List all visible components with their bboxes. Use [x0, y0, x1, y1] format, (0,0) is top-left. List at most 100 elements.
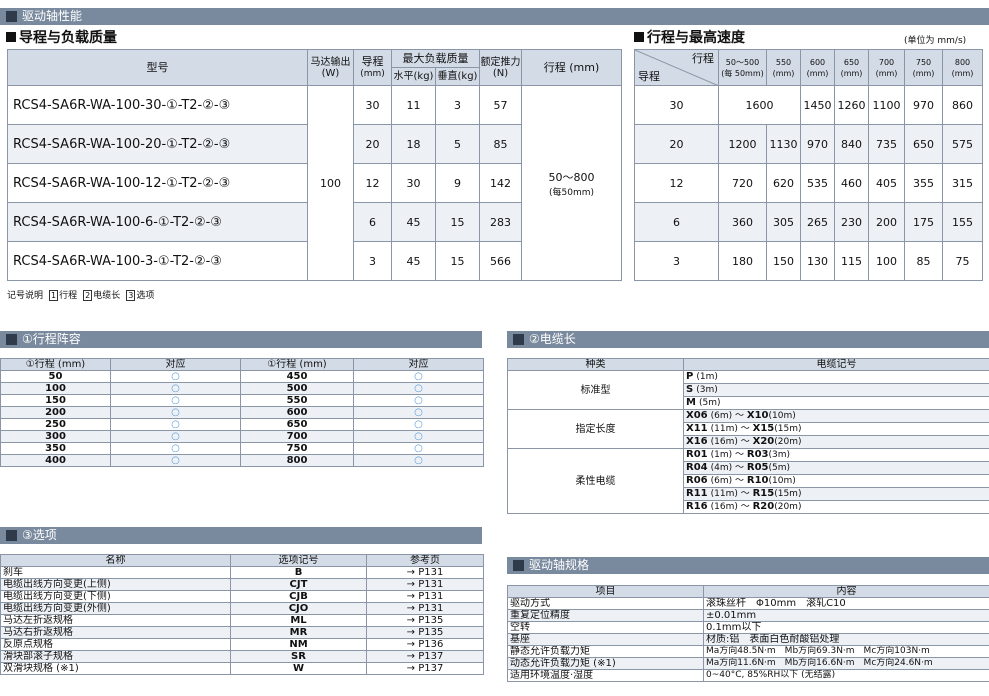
- speed-cell: 735: [868, 124, 905, 164]
- cable-code: R06 (6m) ～ R10(10m): [683, 474, 989, 488]
- lead-cell: 6: [634, 202, 719, 242]
- option-code: ML: [230, 614, 367, 627]
- speed-cell: 405: [868, 163, 905, 203]
- speed-col-header: 800 (mm): [942, 49, 983, 86]
- spec-item: 静态允许负载力矩: [507, 645, 704, 658]
- reference-page-link[interactable]: → P131: [366, 578, 484, 591]
- lead-cell: 12: [353, 163, 392, 203]
- legend: 记号说明 1 行程 2 电缆长 3 选项: [7, 290, 155, 301]
- option-code: B: [230, 566, 367, 579]
- table-row: 电缆出线方向变更(上侧) CJT → P131: [0, 578, 484, 591]
- spec-item: 空转: [507, 621, 704, 634]
- h-cell: 30: [391, 163, 436, 203]
- lead-cell: 12: [634, 163, 719, 203]
- speed-cell: 1450: [800, 85, 835, 125]
- spec-value: 0~40°C, 85%RH以下 (无结露): [703, 669, 989, 682]
- table-row: 重复定位精度 ±0.01mm: [507, 609, 989, 622]
- model-cell: RCS4-SA6R-WA-100-20-①-T2-②-③: [7, 124, 308, 164]
- available-mark-icon: ○: [353, 382, 484, 395]
- table-row: 100 ○ 500 ○: [0, 382, 484, 395]
- lead-cell: 20: [634, 124, 719, 164]
- speed-col-header: 50～500 (每 50mm): [718, 49, 767, 86]
- speed-cell: 115: [834, 241, 869, 281]
- speed-cell: 535: [800, 163, 835, 203]
- lead-cell: 3: [634, 241, 719, 281]
- stroke-value: 450: [240, 370, 354, 383]
- reference-page-link[interactable]: → P137: [366, 662, 484, 675]
- unit-note: (单位为 mm/s): [904, 36, 967, 46]
- option-code: SR: [230, 650, 367, 663]
- table-row: 动态允许负载力矩 (※1) Ma方向11.6N·m Mb方向16.6N·m Mc方…: [507, 657, 989, 670]
- stroke-value: 550: [240, 394, 354, 407]
- spec-value: 0.1mm以下: [703, 621, 989, 634]
- spec-value: 滚珠丝杆 Φ10mm 滚轧C10: [703, 597, 989, 610]
- speed-cell: 315: [942, 163, 983, 203]
- section-header-drive-performance: 驱动轴性能: [0, 8, 989, 25]
- table-row: 12 720 620 535 460 405 355 315: [634, 163, 983, 203]
- lead-cell: 3: [353, 241, 392, 281]
- available-mark-icon: ○: [110, 442, 241, 455]
- speed-cell: 840: [834, 124, 869, 164]
- stroke-value: 150: [0, 394, 111, 407]
- speed-cell: 85: [904, 241, 943, 281]
- thrust-cell: 85: [479, 124, 522, 164]
- stroke-value: 600: [240, 406, 354, 419]
- lead-load-table: 型号 马达输出 (W) 导程 (mm) 最大负载质量 额定推力 (N) 行程 (mm)…: [7, 49, 622, 281]
- cable-code: X06 (6m) ～ X10(10m): [683, 409, 989, 423]
- available-mark-icon: ○: [353, 454, 484, 467]
- cable-type: 柔性电缆: [507, 448, 684, 514]
- cable-table: 种类 电缆记号 标准型 P (1m) S (3m) M (5m) 指定长度 X06 (6m) ～ X…: [507, 358, 989, 514]
- speed-cell: 75: [942, 241, 983, 281]
- cable-code: M (5m): [683, 396, 989, 410]
- stroke-value: 400: [0, 454, 111, 467]
- reference-page-link[interactable]: → P131: [366, 590, 484, 603]
- option-code: NM: [230, 638, 367, 651]
- v-cell: 15: [435, 202, 480, 242]
- option-code: CJB: [230, 590, 367, 603]
- table-row: 250 ○ 650 ○: [0, 418, 484, 431]
- stroke-speed-table: 行程 导程 50～500 (每 50mm) 550 (mm) 600 (mm) 650 (mm) 7…: [634, 49, 983, 281]
- table-row: 马达左折返规格 ML → P135: [0, 614, 484, 627]
- cable-code: P (1m): [683, 370, 989, 384]
- available-mark-icon: ○: [353, 418, 484, 431]
- speed-cell: 970: [904, 85, 943, 125]
- available-mark-icon: ○: [110, 454, 241, 467]
- available-mark-icon: ○: [110, 370, 241, 383]
- available-mark-icon: ○: [353, 442, 484, 455]
- speed-cell: 1600: [718, 85, 801, 125]
- cable-type: 指定长度: [507, 409, 684, 449]
- reference-page-link[interactable]: → P135: [366, 626, 484, 639]
- option-name: 反原点规格: [0, 638, 231, 651]
- table-row: 基座 材质:铝 表面白色耐酸铝处理: [507, 633, 989, 646]
- reference-page-link[interactable]: → P136: [366, 638, 484, 651]
- lead-cell: 30: [634, 85, 719, 125]
- available-mark-icon: ○: [110, 430, 241, 443]
- table-row: 30 1600 1450 1260 1100 970 860: [634, 85, 983, 125]
- speed-cell: 970: [800, 124, 835, 164]
- option-code: CJT: [230, 578, 367, 591]
- cable-code: S (3m): [683, 383, 989, 397]
- option-name: 电缆出线方向变更(外侧): [0, 602, 231, 615]
- spec-item: 重复定位精度: [507, 609, 704, 622]
- lead-cell: 6: [353, 202, 392, 242]
- option-name: 马达右折返规格: [0, 626, 231, 639]
- table-row: 50 ○ 450 ○: [0, 370, 484, 383]
- table-row: 适用环境温度·湿度 0~40°C, 85%RH以下 (无结露): [507, 669, 989, 682]
- model-cell: RCS4-SA6R-WA-100-30-①-T2-②-③: [7, 85, 308, 125]
- speed-cell: 265: [800, 202, 835, 242]
- speed-cell: 355: [904, 163, 943, 203]
- h-cell: 18: [391, 124, 436, 164]
- stroke-value: 100: [0, 382, 111, 395]
- col-thrust: 额定推力 (N): [479, 49, 522, 86]
- stroke-value: 800: [240, 454, 354, 467]
- reference-page-link[interactable]: → P135: [366, 614, 484, 627]
- v-cell: 3: [435, 85, 480, 125]
- reference-page-link[interactable]: → P131: [366, 566, 484, 579]
- stroke-value: 50: [0, 370, 111, 383]
- lead-load-title: 导程与负载质量: [6, 29, 117, 47]
- reference-page-link[interactable]: → P131: [366, 602, 484, 615]
- reference-page-link[interactable]: → P137: [366, 650, 484, 663]
- stroke-cell: 50～800 (每50mm): [521, 85, 622, 281]
- available-mark-icon: ○: [353, 406, 484, 419]
- options-header: ③选项: [0, 527, 482, 544]
